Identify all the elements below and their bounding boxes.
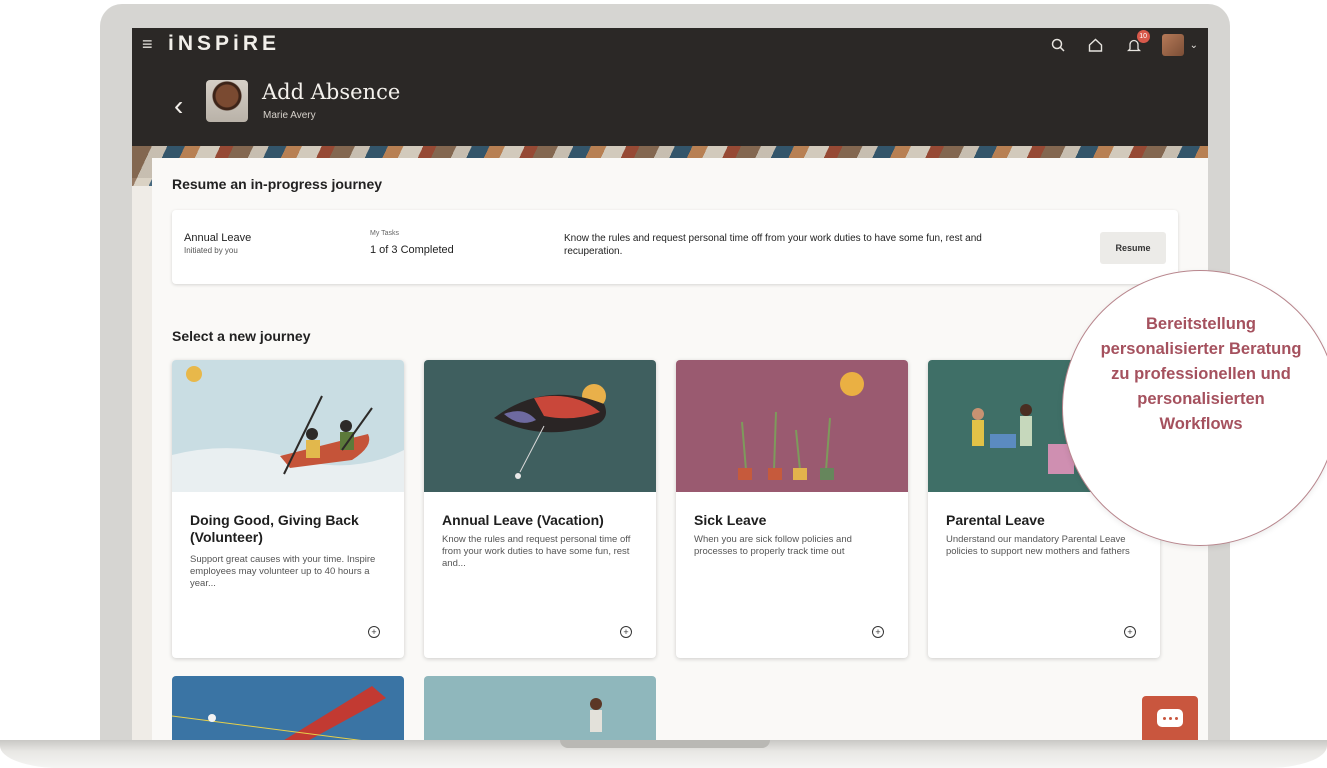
chat-button[interactable] bbox=[1142, 696, 1198, 740]
card-description: Support great causes with your time. Ins… bbox=[190, 554, 376, 589]
resume-heading: Resume an in-progress journey bbox=[172, 176, 383, 192]
resume-button[interactable]: Resume bbox=[1100, 232, 1166, 264]
journey-card-partial-1[interactable] bbox=[172, 676, 404, 740]
journey-card-annual-leave[interactable]: Annual Leave (Vacation) Know the rules a… bbox=[424, 360, 656, 658]
chevron-down-icon[interactable]: ⌄ bbox=[1190, 40, 1198, 51]
page-title: Add Absence bbox=[262, 80, 401, 104]
add-circle-icon[interactable]: + bbox=[620, 626, 632, 638]
chat-icon bbox=[1157, 709, 1183, 727]
vacation-illustration bbox=[424, 360, 656, 492]
tasks-label: My Tasks bbox=[370, 230, 400, 237]
user-avatar bbox=[206, 80, 248, 122]
resume-title: Annual Leave bbox=[184, 232, 252, 244]
main-content: Resume an in-progress journey Annual Lea… bbox=[152, 158, 1208, 740]
journey-card-sick-leave[interactable]: Sick Leave When you are sick follow poli… bbox=[676, 360, 908, 658]
card-title: Annual Leave (Vacation) bbox=[442, 512, 604, 528]
resume-card: Annual Leave Initiated by you My Tasks 1… bbox=[172, 210, 1178, 284]
add-circle-icon[interactable]: + bbox=[872, 626, 884, 638]
sick-leave-illustration bbox=[676, 360, 908, 492]
search-icon[interactable] bbox=[1048, 35, 1068, 55]
card-title: Doing Good, Giving Back (Volunteer) bbox=[190, 512, 359, 545]
resume-subtitle: Initiated by you bbox=[184, 246, 238, 255]
tasks-value: 1 of 3 Completed bbox=[370, 244, 454, 256]
avatar[interactable] bbox=[1161, 34, 1184, 56]
journey-card-volunteer[interactable]: Doing Good, Giving Back (Volunteer) Supp… bbox=[172, 360, 404, 658]
card-title: Sick Leave bbox=[694, 512, 767, 528]
select-heading: Select a new journey bbox=[172, 328, 311, 344]
back-button[interactable]: ‹ bbox=[174, 90, 183, 122]
volunteer-illustration bbox=[172, 360, 404, 492]
callout-text: Bereitstellung personalisierter Beratung… bbox=[1100, 315, 1302, 433]
notification-badge: 10 bbox=[1136, 30, 1150, 43]
journey-card-partial-2[interactable] bbox=[424, 676, 656, 740]
bell-icon[interactable]: 10 bbox=[1124, 30, 1150, 55]
card-description: Know the rules and request personal time… bbox=[442, 534, 631, 569]
resume-description: Know the rules and request personal time… bbox=[564, 233, 982, 257]
brand-logo[interactable]: iNSPiRE bbox=[168, 32, 280, 56]
stage: ≡ iNSPiRE 10 ⌄ ‹ Add Absence Marie Avery bbox=[0, 0, 1327, 768]
menu-icon[interactable]: ≡ bbox=[142, 34, 153, 55]
app-screen: ≡ iNSPiRE 10 ⌄ ‹ Add Absence Marie Avery bbox=[132, 28, 1208, 740]
card-description: When you are sick follow policies and pr… bbox=[694, 534, 852, 557]
add-circle-icon[interactable]: + bbox=[1124, 626, 1136, 638]
laptop-notch bbox=[560, 740, 770, 748]
top-icons: 10 ⌄ bbox=[1048, 30, 1198, 56]
page-subtitle: Marie Avery bbox=[263, 110, 316, 121]
card-description: Understand our mandatory Parental Leave … bbox=[946, 534, 1130, 557]
add-circle-icon[interactable]: + bbox=[368, 626, 380, 638]
home-icon[interactable] bbox=[1086, 35, 1106, 55]
